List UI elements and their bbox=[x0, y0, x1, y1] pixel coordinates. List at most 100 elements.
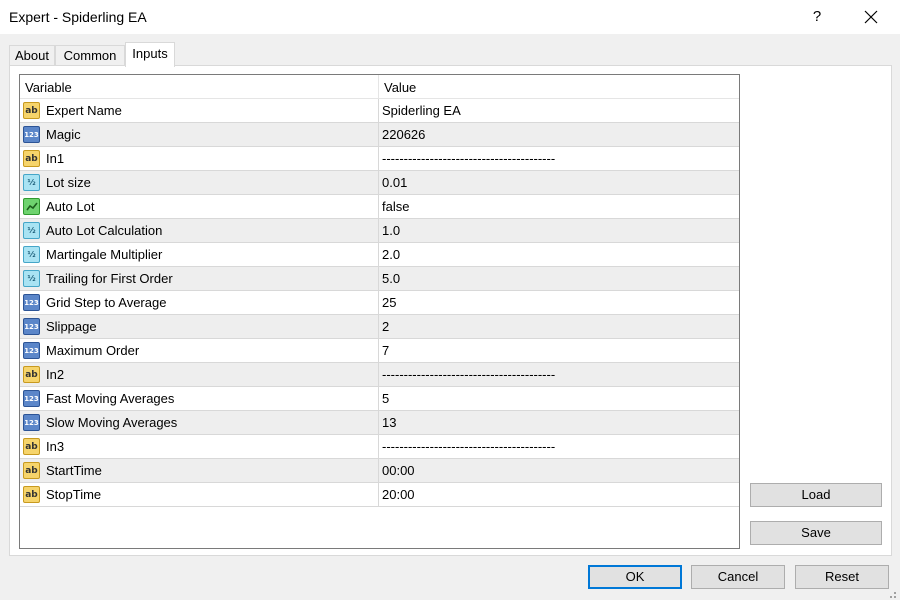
window-title: Expert - Spiderling EA bbox=[9, 9, 147, 25]
variable-cell: ½ Lot size bbox=[20, 171, 379, 194]
table-row[interactable]: Auto Lot false bbox=[20, 195, 739, 219]
variable-cell: 123 Slow Moving Averages bbox=[20, 411, 379, 434]
table-row[interactable]: ab In1 -----------------------------------… bbox=[20, 147, 739, 171]
table-row[interactable]: ½ Auto Lot Calculation 1.0 bbox=[20, 219, 739, 243]
value-cell[interactable]: 1.0 bbox=[379, 219, 739, 242]
variable-name: StopTime bbox=[46, 487, 102, 502]
save-button[interactable]: Save bbox=[750, 521, 882, 545]
inputs-table: Variable Value ab Expert Name Spiderling E… bbox=[19, 74, 740, 549]
double-type-icon: ½ bbox=[23, 246, 40, 263]
table-row[interactable]: ab In2 -----------------------------------… bbox=[20, 363, 739, 387]
tab-common[interactable]: Common bbox=[55, 45, 125, 66]
table-row[interactable]: ½ Martingale Multiplier 2.0 bbox=[20, 243, 739, 267]
table-row[interactable]: ab StopTime 20:00 bbox=[20, 483, 739, 507]
value-cell[interactable]: 2 bbox=[379, 315, 739, 338]
title-bar: Expert - Spiderling EA ? bbox=[0, 0, 900, 34]
table-row[interactable]: 123 Slow Moving Averages 13 bbox=[20, 411, 739, 435]
value-cell[interactable]: 5.0 bbox=[379, 267, 739, 290]
cancel-button[interactable]: Cancel bbox=[691, 565, 785, 589]
variable-cell: 123 Slippage bbox=[20, 315, 379, 338]
double-type-icon: ½ bbox=[23, 174, 40, 191]
variable-name: Auto Lot bbox=[46, 199, 95, 214]
variable-name: Auto Lot Calculation bbox=[46, 223, 163, 238]
variable-name: Expert Name bbox=[46, 103, 122, 118]
variable-cell: ab In1 bbox=[20, 147, 379, 170]
resize-grip-icon[interactable] bbox=[886, 588, 898, 600]
variable-cell: Auto Lot bbox=[20, 195, 379, 218]
variable-cell: ½ Martingale Multiplier bbox=[20, 243, 379, 266]
variable-name: Lot size bbox=[46, 175, 91, 190]
variable-cell: ab StopTime bbox=[20, 483, 379, 506]
string-type-icon: ab bbox=[23, 438, 40, 455]
value-cell[interactable]: ---------------------------------------- bbox=[379, 363, 739, 386]
table-row[interactable]: 123 Maximum Order 7 bbox=[20, 339, 739, 363]
integer-type-icon: 123 bbox=[23, 414, 40, 431]
integer-type-icon: 123 bbox=[23, 294, 40, 311]
variable-name: Trailing for First Order bbox=[46, 271, 173, 286]
table-row[interactable]: 123 Magic 220626 bbox=[20, 123, 739, 147]
variable-name: In2 bbox=[46, 367, 65, 382]
variable-name: Maximum Order bbox=[46, 343, 140, 358]
variable-name: StartTime bbox=[46, 463, 102, 478]
variable-cell: ½ Auto Lot Calculation bbox=[20, 219, 379, 242]
variable-cell: 123 Magic bbox=[20, 123, 379, 146]
value-cell[interactable]: 220626 bbox=[379, 123, 739, 146]
string-type-icon: ab bbox=[23, 486, 40, 503]
table-row[interactable]: 123 Slippage 2 bbox=[20, 315, 739, 339]
tab-about[interactable]: About bbox=[9, 45, 55, 66]
table-row[interactable]: ab In3 -----------------------------------… bbox=[20, 435, 739, 459]
table-row[interactable]: 123 Fast Moving Averages 5 bbox=[20, 387, 739, 411]
ok-button[interactable]: OK bbox=[588, 565, 682, 589]
value-cell[interactable]: 20:00 bbox=[379, 483, 739, 506]
variable-name: In1 bbox=[46, 151, 65, 166]
variable-cell: ab In2 bbox=[20, 363, 379, 386]
string-type-icon: ab bbox=[23, 150, 40, 167]
column-header-variable[interactable]: Variable bbox=[20, 75, 379, 99]
value-cell[interactable]: 00:00 bbox=[379, 459, 739, 482]
help-button[interactable]: ? bbox=[805, 6, 829, 28]
value-cell[interactable]: 25 bbox=[379, 291, 739, 314]
value-cell[interactable]: 0.01 bbox=[379, 171, 739, 194]
variable-name: Magic bbox=[46, 127, 81, 142]
variable-name: Slippage bbox=[46, 319, 97, 334]
value-cell[interactable]: ---------------------------------------- bbox=[379, 147, 739, 170]
integer-type-icon: 123 bbox=[23, 318, 40, 335]
value-cell[interactable]: 7 bbox=[379, 339, 739, 362]
close-icon bbox=[864, 10, 878, 24]
variable-name: In3 bbox=[46, 439, 65, 454]
variable-cell: ab StartTime bbox=[20, 459, 379, 482]
string-type-icon: ab bbox=[23, 462, 40, 479]
table-row[interactable]: ½ Trailing for First Order 5.0 bbox=[20, 267, 739, 291]
table-row[interactable]: ½ Lot size 0.01 bbox=[20, 171, 739, 195]
value-cell[interactable]: Spiderling EA bbox=[379, 99, 739, 122]
string-type-icon: ab bbox=[23, 366, 40, 383]
table-header: Variable Value bbox=[20, 75, 739, 99]
variable-cell: 123 Grid Step to Average bbox=[20, 291, 379, 314]
value-cell[interactable]: 5 bbox=[379, 387, 739, 410]
variable-cell: 123 Maximum Order bbox=[20, 339, 379, 362]
table-row[interactable]: ab Expert Name Spiderling EA bbox=[20, 99, 739, 123]
value-cell[interactable]: 2.0 bbox=[379, 243, 739, 266]
tab-inputs[interactable]: Inputs bbox=[125, 42, 175, 67]
bool-type-icon bbox=[23, 198, 40, 215]
variable-cell: ½ Trailing for First Order bbox=[20, 267, 379, 290]
table-body: ab Expert Name Spiderling EA 123 Magic 220626… bbox=[20, 99, 739, 507]
table-row[interactable]: 123 Grid Step to Average 25 bbox=[20, 291, 739, 315]
column-header-value[interactable]: Value bbox=[379, 75, 739, 99]
double-type-icon: ½ bbox=[23, 270, 40, 287]
variable-cell: ab Expert Name bbox=[20, 99, 379, 122]
string-type-icon: ab bbox=[23, 102, 40, 119]
variable-name: Martingale Multiplier bbox=[46, 247, 163, 262]
variable-cell: ab In3 bbox=[20, 435, 379, 458]
value-cell[interactable]: 13 bbox=[379, 411, 739, 434]
variable-cell: 123 Fast Moving Averages bbox=[20, 387, 379, 410]
value-cell[interactable]: false bbox=[379, 195, 739, 218]
table-row[interactable]: ab StartTime 00:00 bbox=[20, 459, 739, 483]
load-button[interactable]: Load bbox=[750, 483, 882, 507]
integer-type-icon: 123 bbox=[23, 126, 40, 143]
value-cell[interactable]: ---------------------------------------- bbox=[379, 435, 739, 458]
variable-name: Fast Moving Averages bbox=[46, 391, 175, 406]
reset-button[interactable]: Reset bbox=[795, 565, 889, 589]
integer-type-icon: 123 bbox=[23, 342, 40, 359]
close-button[interactable] bbox=[856, 4, 886, 30]
